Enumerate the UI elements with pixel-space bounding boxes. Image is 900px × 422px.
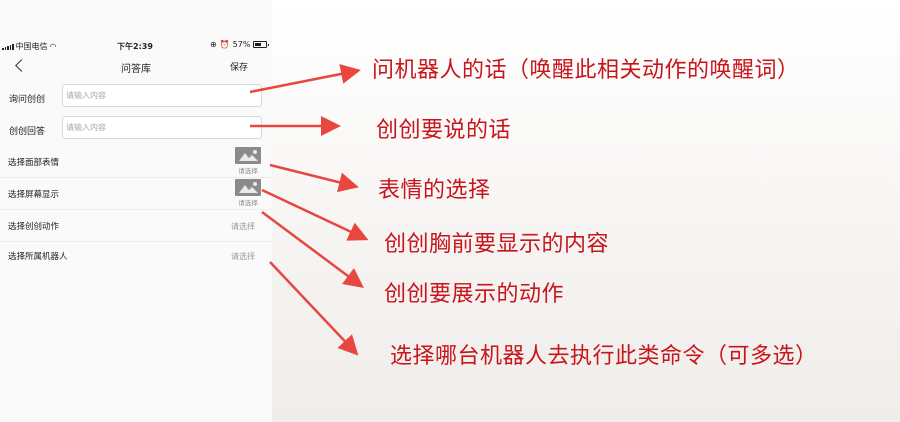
save-button[interactable]: 保存 bbox=[230, 60, 248, 73]
answer-row: 创创回答 bbox=[0, 114, 272, 146]
face-picker-text: 请选择 bbox=[238, 167, 258, 175]
face-row[interactable]: 选择面部表情 请选择 bbox=[0, 146, 272, 178]
battery-icon bbox=[253, 41, 270, 48]
nav-bar: 问答库 保存 bbox=[0, 55, 272, 79]
screen-label: 选择屏幕显示 bbox=[8, 190, 60, 200]
carrier-label: 中国电信 bbox=[15, 42, 48, 51]
lock-rotation-icon: ⊕ bbox=[210, 40, 217, 49]
image-icon bbox=[235, 179, 261, 196]
status-time: 下午2:39 bbox=[117, 42, 153, 51]
image-icon bbox=[235, 147, 261, 164]
annotation-action: 创创要展示的动作 bbox=[384, 282, 565, 307]
answer-input[interactable] bbox=[62, 116, 262, 139]
screen-image-picker[interactable]: 请选择 bbox=[234, 179, 262, 209]
signal-icon bbox=[2, 43, 14, 50]
question-row: 询问创创 bbox=[0, 82, 272, 114]
action-label: 选择创创动作 bbox=[8, 222, 60, 232]
robot-row[interactable]: 选择所属机器人 请选择 bbox=[0, 240, 272, 272]
arrow-screen bbox=[261, 188, 369, 241]
annotation-screen: 创创胸前要显示的内容 bbox=[384, 232, 610, 257]
status-bar: 中国电信 ◠ 下午2:39 ⊕ ⏰ 57% bbox=[0, 0, 272, 51]
status-left: 中国电信 ◠ bbox=[2, 41, 56, 52]
arrow-face bbox=[269, 163, 359, 193]
robot-picker-text[interactable]: 请选择 bbox=[231, 251, 255, 262]
annotation-robot: 选择哪台机器人去执行此类命令（可多选） bbox=[390, 344, 818, 369]
screen-picker-text: 请选择 bbox=[238, 199, 258, 207]
alarm-icon: ⏰ bbox=[219, 40, 230, 49]
action-picker-text[interactable]: 请选择 bbox=[231, 221, 255, 232]
question-label: 询问创创 bbox=[9, 95, 46, 105]
annotation-face: 表情的选择 bbox=[378, 178, 491, 203]
screen-row[interactable]: 选择屏幕显示 请选择 bbox=[0, 178, 272, 210]
face-image-picker[interactable]: 请选择 bbox=[234, 147, 262, 177]
action-row[interactable]: 选择创创动作 请选择 bbox=[0, 210, 272, 242]
arrow-action bbox=[261, 210, 365, 288]
robot-label: 选择所属机器人 bbox=[8, 252, 68, 262]
annotation-answer: 创创要说的话 bbox=[376, 118, 512, 143]
battery-percent: 57% bbox=[232, 40, 251, 49]
arrow-robot bbox=[269, 261, 359, 356]
wifi-icon: ◠ bbox=[49, 42, 57, 51]
phone-screen: 中国电信 ◠ 下午2:39 ⊕ ⏰ 57% 问答库 保存 询问创创 创创回答 选… bbox=[0, 0, 272, 422]
question-input[interactable] bbox=[62, 84, 262, 107]
face-label: 选择面部表情 bbox=[8, 158, 60, 168]
status-right: ⊕ ⏰ 57% bbox=[210, 40, 270, 49]
annotation-question: 问机器人的话（唤醒此相关动作的唤醒词） bbox=[372, 58, 800, 83]
answer-label: 创创回答 bbox=[9, 127, 46, 137]
